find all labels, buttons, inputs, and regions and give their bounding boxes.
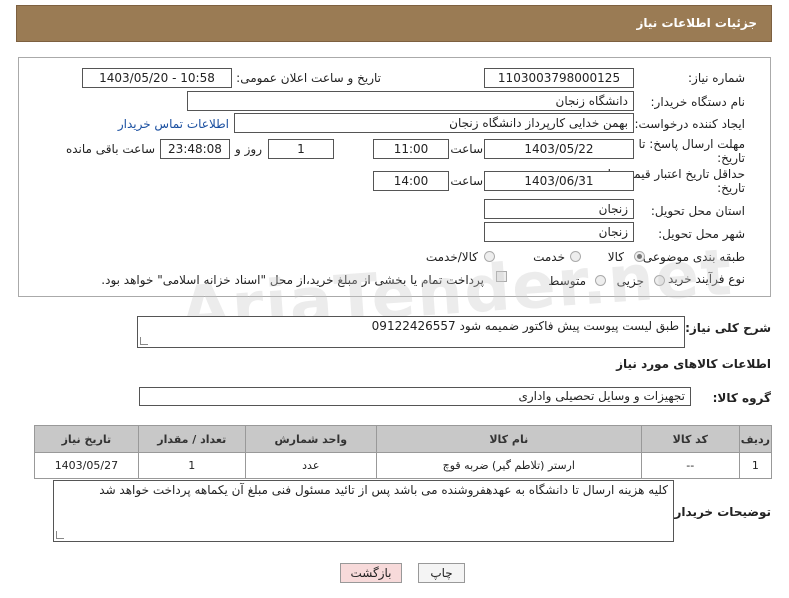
description-text: طبق لیست پیوست پیش فاکتور ضمیمه شود 0912…	[371, 319, 679, 333]
price-validity-label-date: تاریخ:	[717, 181, 745, 195]
page-header: جزئیات اطلاعات نیاز	[16, 5, 772, 42]
category-option-goods-service: کالا/خدمت	[425, 250, 478, 264]
col-goods-name: نام کالا	[375, 425, 642, 453]
cell-unit: عدد	[244, 452, 377, 479]
purchase-option-medium: متوسط	[548, 274, 586, 288]
buyer-org-label: نام دستگاه خریدار:	[650, 95, 746, 109]
goods-table: ردیف کد کالا نام کالا واحد شمارش تعداد /…	[34, 425, 773, 479]
col-unit: واحد شمارش	[244, 425, 377, 453]
requester-field: بهمن خدایی کارپرداز دانشگاه زنجان	[234, 113, 634, 133]
purchase-type-label: نوع فرآیند خرید :	[660, 272, 745, 286]
col-goods-code: کد کالا	[640, 425, 740, 453]
province-label: استان محل تحویل:	[650, 204, 745, 218]
back-button[interactable]: بازگشت	[340, 563, 402, 583]
category-radio-goods-service[interactable]	[484, 251, 495, 262]
contact-info-link[interactable]: اطلاعات تماس خریدار	[118, 117, 229, 131]
days-label: روز و	[235, 142, 262, 156]
price-validity-time-field: 14:00	[373, 171, 449, 191]
deadline-time-field: 11:00	[373, 139, 449, 159]
description-label: شرح کلی نیاز:	[685, 321, 771, 335]
purchase-radio-minor[interactable]	[654, 275, 665, 286]
table-header-row: ردیف کد کالا نام کالا واحد شمارش تعداد /…	[34, 425, 773, 453]
goods-section-title: اطلاعات کالاهای مورد نیاز	[616, 357, 771, 371]
deadline-label: مهلت ارسال پاسخ: تا	[638, 137, 745, 151]
deadline-label-date: تاریخ:	[717, 151, 745, 165]
col-quantity: تعداد / مقدار	[137, 425, 246, 453]
cell-goods-name: ارستر (تلاطم گیر) ضربه قوچ	[375, 452, 642, 479]
buyer-org-field: دانشگاه زنجان	[187, 91, 634, 111]
price-validity-date-field: 1403/06/31	[484, 171, 634, 191]
requester-label: ایجاد کننده درخواست:	[634, 117, 745, 131]
deadline-time-label: ساعت	[450, 142, 483, 156]
treasury-payment-checkbox[interactable]	[496, 271, 507, 282]
cell-need-date: 1403/05/27	[34, 452, 139, 479]
treasury-payment-note: پرداخت تمام یا بخشی از مبلغ خرید،از محل …	[101, 273, 484, 287]
province-field: زنجان	[484, 199, 634, 219]
need-number-field: 1103003798000125	[484, 68, 634, 88]
city-field: زنجان	[484, 222, 634, 242]
print-button[interactable]: چاپ	[418, 563, 465, 583]
cell-goods-code: --	[640, 452, 740, 479]
resize-handle[interactable]	[56, 531, 64, 539]
announce-datetime-label: تاریخ و ساعت اعلان عمومی:	[236, 71, 381, 85]
category-radio-goods[interactable]	[634, 251, 645, 262]
days-remaining-field: 1	[268, 139, 334, 159]
price-validity-time-label: ساعت	[450, 174, 483, 188]
category-option-service: خدمت	[533, 250, 565, 264]
goods-group-field: تجهیزات و وسایل تحصیلی واداری	[139, 387, 691, 406]
category-label: طبقه بندی موضوعی:	[638, 250, 745, 264]
table-row: 1 -- ارستر (تلاطم گیر) ضربه قوچ عدد 1 14…	[34, 452, 773, 479]
page-title: جزئیات اطلاعات نیاز	[636, 16, 757, 30]
buyer-notes-label: توضیحات خریدار:	[669, 505, 771, 519]
cell-quantity: 1	[137, 452, 246, 479]
buyer-notes-text: کلیه هزینه ارسال تا دانشگاه به عهدهفروشن…	[99, 483, 668, 497]
buyer-notes-field[interactable]: کلیه هزینه ارسال تا دانشگاه به عهدهفروشن…	[53, 480, 674, 542]
remaining-time-field: 23:48:08	[160, 139, 230, 159]
category-radio-service[interactable]	[570, 251, 581, 262]
goods-group-label: گروه کالا:	[712, 391, 771, 405]
city-label: شهر محل تحویل:	[658, 227, 745, 241]
purchase-option-minor: جزیی	[616, 274, 644, 288]
description-field[interactable]: طبق لیست پیوست پیش فاکتور ضمیمه شود 0912…	[137, 316, 685, 348]
deadline-date-field: 1403/05/22	[484, 139, 634, 159]
announce-datetime-field: 1403/05/20 - 10:58	[82, 68, 232, 88]
cell-row-number: 1	[738, 452, 773, 479]
resize-handle[interactable]	[140, 337, 148, 345]
category-option-goods: کالا	[607, 250, 624, 264]
col-need-date: تاریخ نیاز	[34, 425, 139, 453]
remaining-time-label: ساعت باقی مانده	[65, 142, 155, 156]
col-row-number: ردیف	[738, 425, 773, 453]
need-number-label: شماره نیاز:	[688, 71, 745, 85]
purchase-radio-medium[interactable]	[595, 275, 606, 286]
